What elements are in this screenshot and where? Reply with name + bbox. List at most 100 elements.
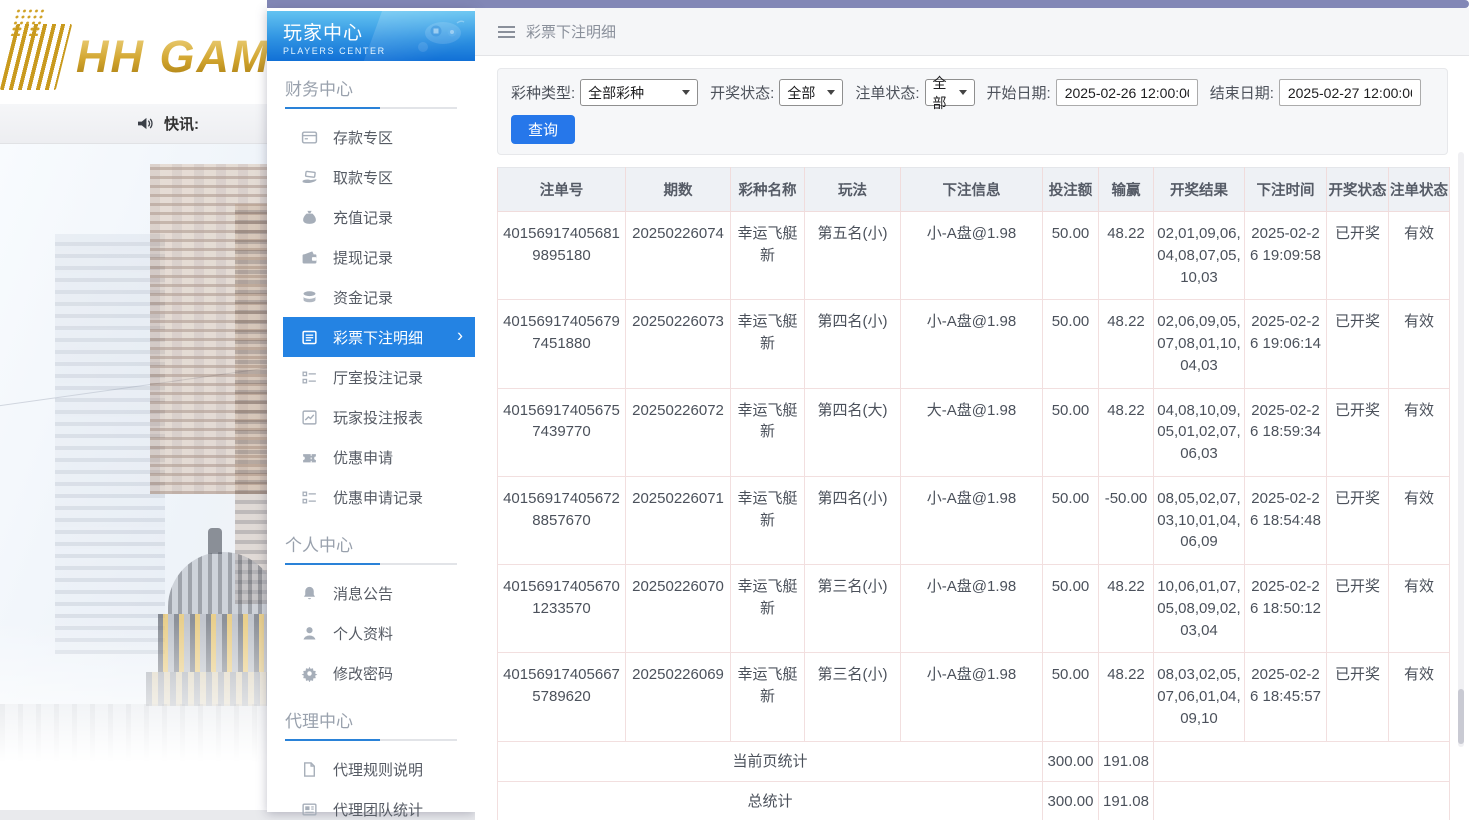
cell-order-status: 有效 [1389,565,1450,653]
order-status-label: 注单状态: [855,82,919,103]
cell-win-loss: 48.22 [1099,212,1154,300]
cell-win-loss: 48.22 [1099,653,1154,741]
lottery-type-select[interactable]: 全部彩种 [580,79,698,106]
main-content: 彩票下注明细 彩种类型: 全部彩种 开奖状态: 全部 注单状态: 全部 [475,8,1469,820]
money-bag-icon [301,209,318,226]
lottery-type-label: 彩种类型: [511,82,575,103]
card-terminal-icon [301,129,318,146]
sidebar-item-promo-apply[interactable]: 优惠申请 [283,437,475,477]
cell-bet-no: 401569174056757439770 [498,388,626,476]
table-row: 40156917405667578962020250226069幸运飞艇新第三名… [498,653,1450,741]
cell-bet-info: 小-A盘@1.98 [901,653,1043,741]
sidebar-item-deposit-zone[interactable]: 存款专区 [283,117,475,157]
cell-draw-status: 已开奖 [1327,388,1389,476]
cell-play: 第四名(小) [805,300,901,388]
lottery-type-value: 全部彩种 [588,83,644,103]
sidebar-item-change-password[interactable]: 修改密码 [283,653,475,693]
cell-bet-amount: 50.00 [1043,212,1099,300]
document-icon [301,761,318,778]
cell-order-status: 有效 [1389,653,1450,741]
cell-bet-info: 大-A盘@1.98 [901,388,1043,476]
sidebar-item-funds-records[interactable]: 资金记录 [283,277,475,317]
col-period: 期数 [626,168,731,212]
cell-bet-amount: 50.00 [1043,388,1099,476]
cell-bet-info: 小-A盘@1.98 [901,565,1043,653]
draw-status-value: 全部 [787,83,815,103]
query-button[interactable]: 查询 [511,115,575,144]
caret-down-icon [959,90,967,95]
sidebar-item-label: 优惠申请记录 [333,487,423,508]
sidebar-item-label: 存款专区 [333,127,393,148]
sidebar-item-room-bet-records[interactable]: 厅室投注记录 [283,357,475,397]
cell-bet-info: 小-A盘@1.98 [901,300,1043,388]
caret-down-icon [682,90,690,95]
section-underline [285,107,457,109]
sidebar-item-promo-apply-records[interactable]: 优惠申请记录 [283,477,475,517]
sidebar-item-profile[interactable]: 个人资料 [283,613,475,653]
order-status-select[interactable]: 全部 [925,79,975,106]
sidebar-item-recharge-records[interactable]: 充值记录 [283,197,475,237]
gamepad-icon [409,19,465,60]
vertical-scrollbar[interactable] [1458,152,1464,747]
bets-table: 注单号 期数 彩种名称 玩法 下注信息 投注额 输赢 开奖结果 下注时间 开奖状… [497,167,1450,820]
wallet-icon [301,249,318,266]
sidebar-item-messages[interactable]: 消息公告 [283,573,475,613]
sidebar-item-withdraw-zone[interactable]: 取款专区 [283,157,475,197]
cell-bet-time: 2025-02-26 18:59:34 [1245,388,1327,476]
cell-order-status: 有效 [1389,212,1450,300]
cell-play: 第四名(小) [805,476,901,564]
start-date-label: 开始日期: [987,82,1051,103]
cell-win-loss: 48.22 [1099,388,1154,476]
summary-label: 总统计 [498,782,1043,820]
cell-draw-status: 已开奖 [1327,565,1389,653]
cell-bet-info: 小-A盘@1.98 [901,212,1043,300]
cell-play: 第五名(小) [805,212,901,300]
table-row: 40156917405679745188020250226073幸运飞艇新第四名… [498,300,1450,388]
sidebar-item-label: 消息公告 [333,583,393,604]
sidebar-item-agent-team-stats[interactable]: 代理团队统计 [283,789,475,820]
top-accent-bar [267,0,1469,8]
scrollbar-thumb[interactable] [1458,689,1464,744]
sidebar-menu: 财务中心存款专区取款专区充值记录提现记录资金记录彩票下注明细›厅室投注记录玩家投… [267,61,475,820]
sidebar-item-player-bet-report[interactable]: 玩家投注报表 [283,397,475,437]
section-underline [285,739,457,741]
cell-win-loss: -50.00 [1099,476,1154,564]
sidebar-item-withdrawal-records[interactable]: 提现记录 [283,237,475,277]
cell-period: 20250226070 [626,565,731,653]
table-row: 40156917405675743977020250226072幸运飞艇新第四名… [498,388,1450,476]
bell-icon [301,585,318,602]
cell-draw-result: 02,06,09,05,07,08,01,10,04,03 [1154,300,1245,388]
cell-order-status: 有效 [1389,388,1450,476]
cell-draw-result: 04,08,10,09,05,01,02,07,06,03 [1154,388,1245,476]
order-status-value: 全部 [933,73,951,113]
checklist-icon [301,369,318,386]
speaker-icon [136,116,155,131]
cell-win-loss: 48.22 [1099,300,1154,388]
cell-bet-amount: 50.00 [1043,476,1099,564]
menu-toggle-icon[interactable] [498,26,515,38]
table-header-row: 注单号 期数 彩种名称 玩法 下注信息 投注额 输赢 开奖结果 下注时间 开奖状… [498,168,1450,212]
draw-status-select[interactable]: 全部 [779,79,843,106]
summary-bet-total: 300.00 [1043,782,1099,820]
end-date-input[interactable] [1279,79,1421,106]
cell-bet-no: 401569174056728857670 [498,476,626,564]
site-logo[interactable]: HH GAME [8,24,303,90]
sidebar-item-lottery-bet-details[interactable]: 彩票下注明细› [283,317,475,357]
cell-draw-result: 08,03,02,05,07,06,01,04,09,10 [1154,653,1245,741]
sidebar-item-agent-rules[interactable]: 代理规则说明 [283,749,475,789]
sidebar-item-label: 充值记录 [333,207,393,228]
cell-draw-status: 已开奖 [1327,212,1389,300]
cell-period: 20250226071 [626,476,731,564]
sidebar-item-label: 厅室投注记录 [333,367,423,388]
sidebar-item-label: 个人资料 [333,623,393,644]
cell-bet-time: 2025-02-26 18:50:12 [1245,565,1327,653]
start-date-input[interactable] [1056,79,1198,106]
gear-icon [301,665,318,682]
cell-lottery-name: 幸运飞艇新 [731,300,805,388]
sidebar-item-label: 代理团队统计 [333,799,423,820]
cell-lottery-name: 幸运飞艇新 [731,212,805,300]
cell-draw-result: 02,01,09,06,04,08,07,05,10,03 [1154,212,1245,300]
section-items: 消息公告个人资料修改密码 [267,565,475,697]
cell-draw-status: 已开奖 [1327,300,1389,388]
checklist-icon [301,489,318,506]
